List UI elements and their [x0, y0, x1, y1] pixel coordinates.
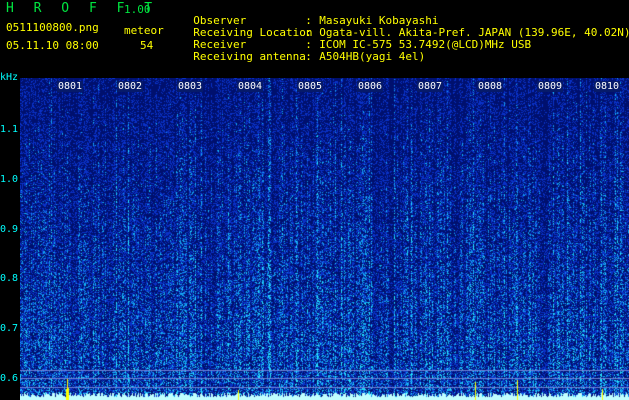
time-label: 0802	[117, 81, 144, 92]
info-sep: :	[305, 50, 312, 63]
time-label: 0806	[357, 81, 384, 92]
y-tick-label: 0.6	[0, 373, 19, 384]
time-label: 0803	[177, 81, 204, 92]
y-tick-label: 1.1	[0, 124, 19, 135]
meteor-label: meteor	[124, 24, 164, 37]
y-tick-label: 1.0	[0, 174, 19, 185]
y-tick-label: 0.9	[0, 224, 19, 235]
time-label: 0804	[237, 81, 264, 92]
info-label: Receiving antenna	[193, 50, 306, 63]
datetime: 05.11.10 08:00	[6, 39, 99, 52]
info-value: A504HB(yagi 4el)	[319, 50, 426, 63]
spectrogram-canvas	[20, 78, 629, 400]
time-label: 0810	[594, 81, 621, 92]
meteor-count: 54	[140, 39, 154, 52]
y-axis-unit: kHz	[0, 72, 19, 83]
file-name: 0511100800.png	[6, 21, 99, 34]
time-label: 0808	[477, 81, 504, 92]
time-label: 0801	[57, 81, 84, 92]
y-tick-label: 0.8	[0, 273, 19, 284]
app-version: 1.00	[124, 3, 151, 16]
time-label: 0805	[297, 81, 324, 92]
time-label: 0809	[537, 81, 564, 92]
time-label: 0807	[417, 81, 444, 92]
y-tick-label: 0.7	[0, 323, 19, 334]
info-row-antenna: Receiving antenna: A504HB(yagi 4el)	[180, 40, 425, 62]
